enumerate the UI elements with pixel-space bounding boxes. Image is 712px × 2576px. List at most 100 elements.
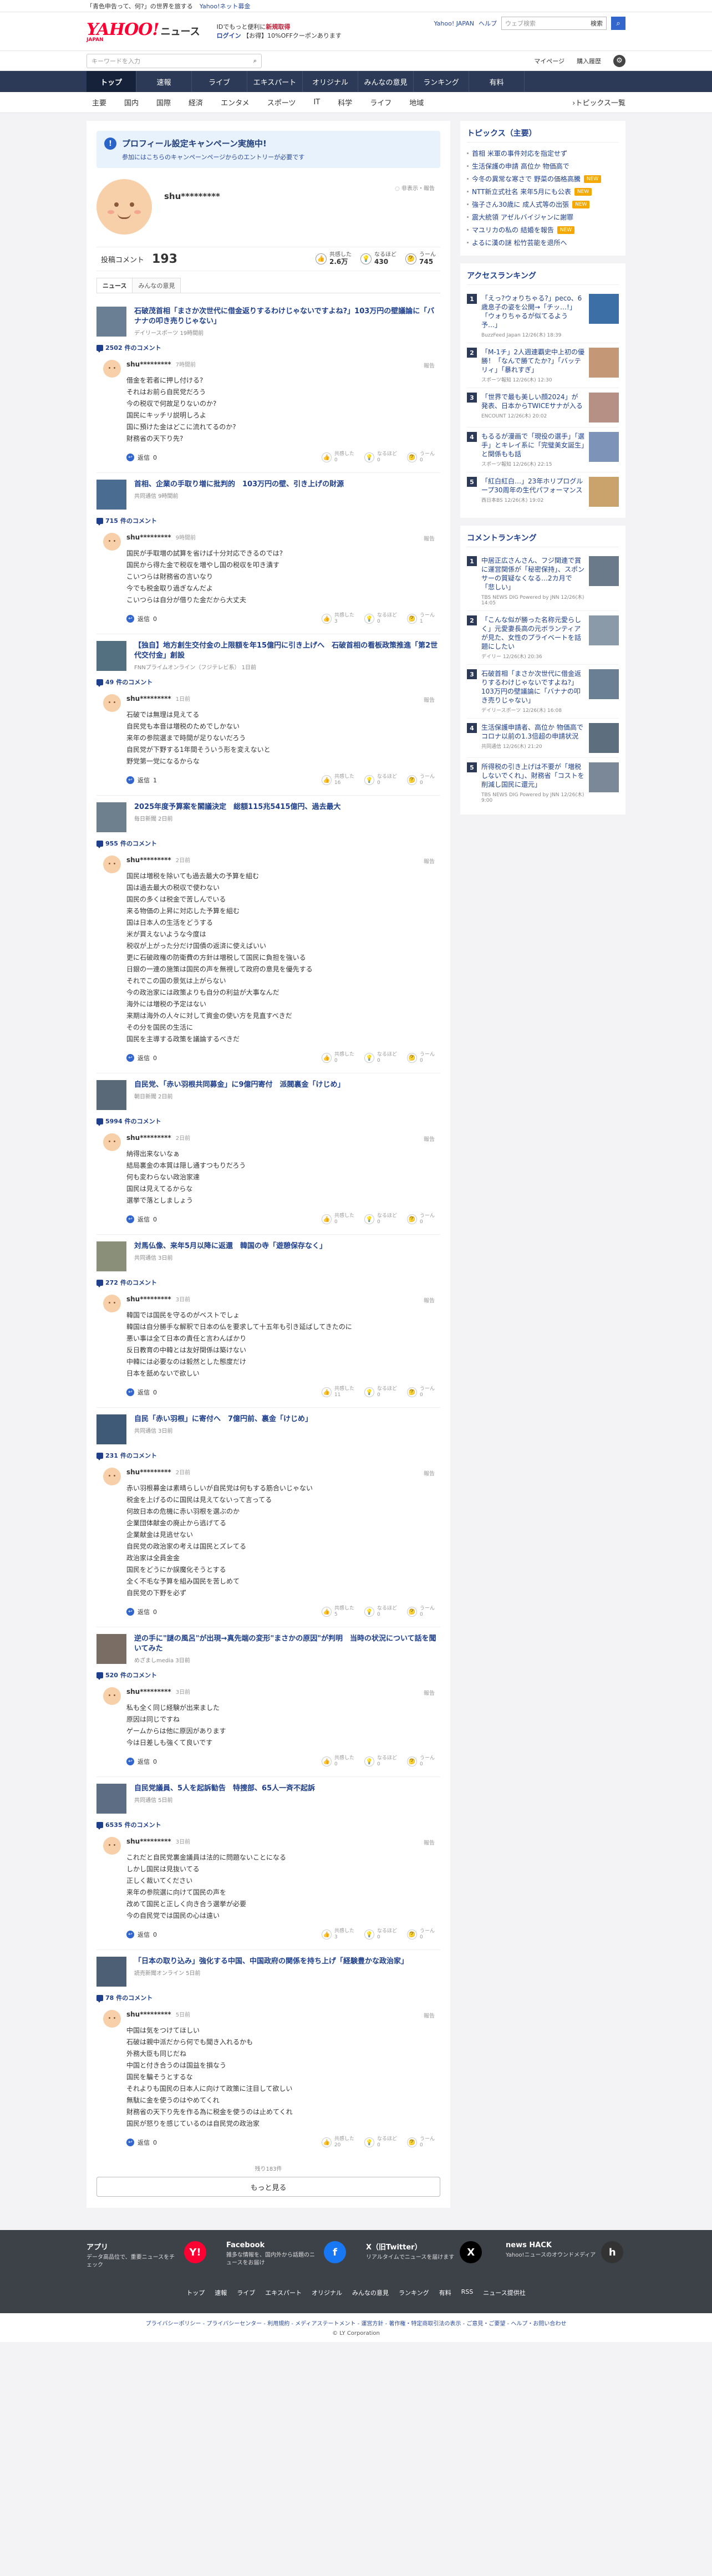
footer-nav-item[interactable]: 有料 [439, 2288, 451, 2297]
rank-item[interactable]: 2 「こんな似が勝った名称元愛らしく」元愛妻長高の元ボランティアが見た、女性のプラ… [467, 611, 619, 665]
rank-item[interactable]: 4 生活保護申請者、高位か 物価高でコロナ以前の1.3倍超の申請状況 共同通信 12… [467, 719, 619, 758]
reply-button[interactable]: ↩ 返信 1 [126, 776, 157, 785]
report-link[interactable]: 報告 [424, 361, 435, 369]
yahoo-logo[interactable]: YAHOO! JAPAN ニュース [87, 20, 200, 43]
cat-main[interactable]: 主要 [87, 92, 115, 113]
rank-item[interactable]: 4 もるるが漫画で「現役の選手」「選手」とキレイ系に「完璧美女誕生」と関係もも話ス… [467, 427, 619, 472]
tab-news[interactable]: ニュース [96, 278, 133, 293]
web-search-input[interactable]: ウェブ検索 検索 [501, 17, 607, 30]
meh-button[interactable]: 🤔 うーん 0 [406, 1928, 435, 1941]
footer-nav-item[interactable]: みんなの意見 [352, 2288, 389, 2297]
hmm-button[interactable]: 💡 なるほど 0 [364, 1213, 397, 1225]
hmm-button[interactable]: 💡 なるほど 0 [364, 1606, 397, 1618]
notice-sub[interactable]: 参加にはこちらのキャンペーンページからのエントリーが必要です [122, 152, 304, 161]
reply-button[interactable]: ↩ 返信 0 [126, 1930, 157, 1939]
meh-button[interactable]: 🤔 うーん 0 [406, 1213, 435, 1225]
cat-sports[interactable]: スポーツ [258, 92, 305, 113]
footer-nav-item[interactable]: トップ [186, 2288, 205, 2297]
promo-new-link[interactable]: 新規取得 [266, 23, 290, 30]
reply-button[interactable]: ↩ 返信 0 [126, 614, 157, 623]
rank-item[interactable]: 5 所得税の引き上げは不要が「増税しないでくれ」、財務省「コストを削減し国民に還元… [467, 758, 619, 808]
article-thumbnail[interactable] [96, 641, 126, 671]
app-icon[interactable]: h [601, 2241, 624, 2263]
gear-icon[interactable]: ⚙ [613, 54, 625, 67]
cat-domestic[interactable]: 国内 [115, 92, 148, 113]
agree-button[interactable]: 👍 共感した 0 [321, 1052, 354, 1064]
meh-button[interactable]: 🤔 うーん 0 [406, 1386, 435, 1398]
rank-title[interactable]: 「えっ?ウォりちゃる?」peco、6歳息子の姿を公開→「チッ…!」「ウォりちゃる… [481, 294, 584, 329]
article-thumbnail[interactable] [96, 1634, 126, 1664]
article-thumbnail[interactable] [96, 802, 126, 832]
rank-title[interactable]: 中居正広さんさん、フジ関連で賞に運営関係が「秘密保持」、スポンサーの質疑なくなる… [481, 556, 584, 592]
cat-life[interactable]: ライフ [361, 92, 400, 113]
app-icon[interactable]: f [324, 2241, 346, 2263]
comment-count-link[interactable]: 272 件のコメント [96, 1278, 440, 1287]
cat-local[interactable]: 地域 [400, 92, 433, 113]
article-thumbnail[interactable] [96, 480, 126, 510]
rank-title[interactable]: 「世界で最も美しい顔2024」が発表、日本からTWICEサナが入る [481, 393, 584, 410]
comment-count-link[interactable]: 2502 件のコメント [96, 343, 440, 353]
rank-thumbnail[interactable] [589, 393, 619, 422]
agree-button[interactable]: 👍 共感した 3 [321, 1928, 354, 1941]
footer-app[interactable]: news HACK Yahoo!ニュースのオウンドメディア h [506, 2241, 625, 2269]
report-link[interactable]: 報告 [424, 857, 435, 865]
agree-button[interactable]: 👍 共感した 16 [321, 774, 354, 786]
nav-ranking[interactable]: ランキング [414, 71, 469, 92]
rank-thumbnail[interactable] [589, 669, 619, 699]
meh-button[interactable]: 🤔 うーん 0 [406, 451, 435, 464]
nav-breaking[interactable]: 速報 [136, 71, 192, 92]
meh-button[interactable]: 🤔 うーん 0 [406, 1755, 435, 1768]
article-link[interactable]: 石破茂首相「まさか次世代に借金返りするわけじゃないですよね?」103万円の壁議論… [96, 307, 440, 337]
report-link[interactable]: 報告 [424, 1134, 435, 1143]
rank-item[interactable]: 1 中居正広さんさん、フジ関連で賞に運営関係が「秘密保持」、スポンサーの質疑なくな… [467, 552, 619, 611]
nav-paid[interactable]: 有料 [469, 71, 525, 92]
hmm-button[interactable]: 💡 なるほど 0 [364, 774, 397, 786]
meh-button[interactable]: 🤔 うーん 0 [406, 2136, 435, 2149]
footer-app[interactable]: X（旧Twitter） リアルタイムでニュースを届けます X [366, 2241, 486, 2269]
report-link[interactable]: 報告 [424, 1688, 435, 1697]
top-promo[interactable]: 「青色申告って、何?」の世界を旅する [87, 2, 193, 11]
nav-original[interactable]: オリジナル [303, 71, 358, 92]
article-title[interactable]: 石破茂首相「まさか次世代に借金返りするわけじゃないですよね?」103万円の壁議論… [134, 307, 440, 327]
app-icon[interactable]: Y! [184, 2241, 206, 2263]
hmm-button[interactable]: 💡 なるほど 0 [364, 613, 397, 625]
cat-science[interactable]: 科学 [329, 92, 361, 113]
footer-app[interactable]: Facebook 雑多な情報を、国内外から話題のニュースをお届け f [226, 2241, 346, 2269]
history-link[interactable]: 購入履歴 [577, 57, 601, 65]
rank-title[interactable]: 「紅白紅白…」23年ホリプログループ30周年の生代パフォーマンス [481, 477, 584, 495]
report-link[interactable]: 報告 [424, 1838, 435, 1846]
agree-button[interactable]: 👍 共感した 0 [321, 1213, 354, 1225]
article-title[interactable]: 自民党、「赤い羽根共同募金」に9億円寄付 派閥裏金「けじめ」 [134, 1080, 345, 1090]
comment-count-link[interactable]: 231 件のコメント [96, 1451, 440, 1460]
article-thumbnail[interactable] [96, 1414, 126, 1444]
comment-count-link[interactable]: 49 件のコメント [96, 678, 440, 687]
rank-thumbnail[interactable] [589, 762, 619, 792]
reply-button[interactable]: ↩ 返信 0 [126, 1215, 157, 1224]
rank-item[interactable]: 5 「紅白紅白…」23年ホリプログループ30周年の生代パフォーマンス 西日本BS 1… [467, 472, 619, 511]
article-title[interactable]: 首相、企業の手取り増に批判的 103万円の壁、引き上げの財源 [134, 480, 344, 490]
comment-count-link[interactable]: 955 件のコメント [96, 839, 440, 848]
legal-text[interactable]: プライバシーポリシー - プライバシーセンター - 利用規約 - メディアステー… [0, 2319, 712, 2327]
footer-nav-item[interactable]: 速報 [215, 2288, 227, 2297]
comment-count-link[interactable]: 5994 件のコメント [96, 1117, 440, 1126]
rank-item[interactable]: 2 「M-1チ」2人週連覇史中上初の優勝！「なんで勝てたか?」「バッテリィ」「暴れ… [467, 343, 619, 388]
topic-item[interactable]: 首相 米軍の事件対応を指定せず [467, 147, 619, 160]
article-thumbnail[interactable] [96, 1784, 126, 1814]
footer-nav-item[interactable]: ライブ [237, 2288, 255, 2297]
agree-button[interactable]: 👍 共感した 20 [321, 2136, 354, 2149]
rank-item[interactable]: 1 「えっ?ウォりちゃる?」peco、6歳息子の姿を公開→「チッ…!」「ウォりちゃ… [467, 289, 619, 343]
cat-business[interactable]: 経済 [180, 92, 212, 113]
hmm-button[interactable]: 💡 なるほど 0 [364, 451, 397, 464]
rank-item[interactable]: 3 石破首相「まさか次世代に借金返りするわけじゃないですよね?」103万円の壁議論… [467, 665, 619, 719]
topic-item[interactable]: 震大統領 アゼルバイジャンに謝罪 [467, 211, 619, 223]
agree-button[interactable]: 👍 共感した 5 [321, 1606, 354, 1618]
reply-button[interactable]: ↩ 返信 0 [126, 2138, 157, 2147]
report-link[interactable]: 報告 [424, 695, 435, 704]
topic-item[interactable]: よるに漢の謎 松竹芸能を退所へ [467, 236, 619, 249]
rank-thumbnail[interactable] [589, 477, 619, 507]
agree-button[interactable]: 👍 共感した 0 [321, 1755, 354, 1768]
search-button[interactable]: ⌕ [611, 17, 625, 30]
article-thumbnail[interactable] [96, 307, 126, 337]
article-thumbnail[interactable] [96, 1241, 126, 1271]
nav-opinions[interactable]: みんなの意見 [358, 71, 414, 92]
